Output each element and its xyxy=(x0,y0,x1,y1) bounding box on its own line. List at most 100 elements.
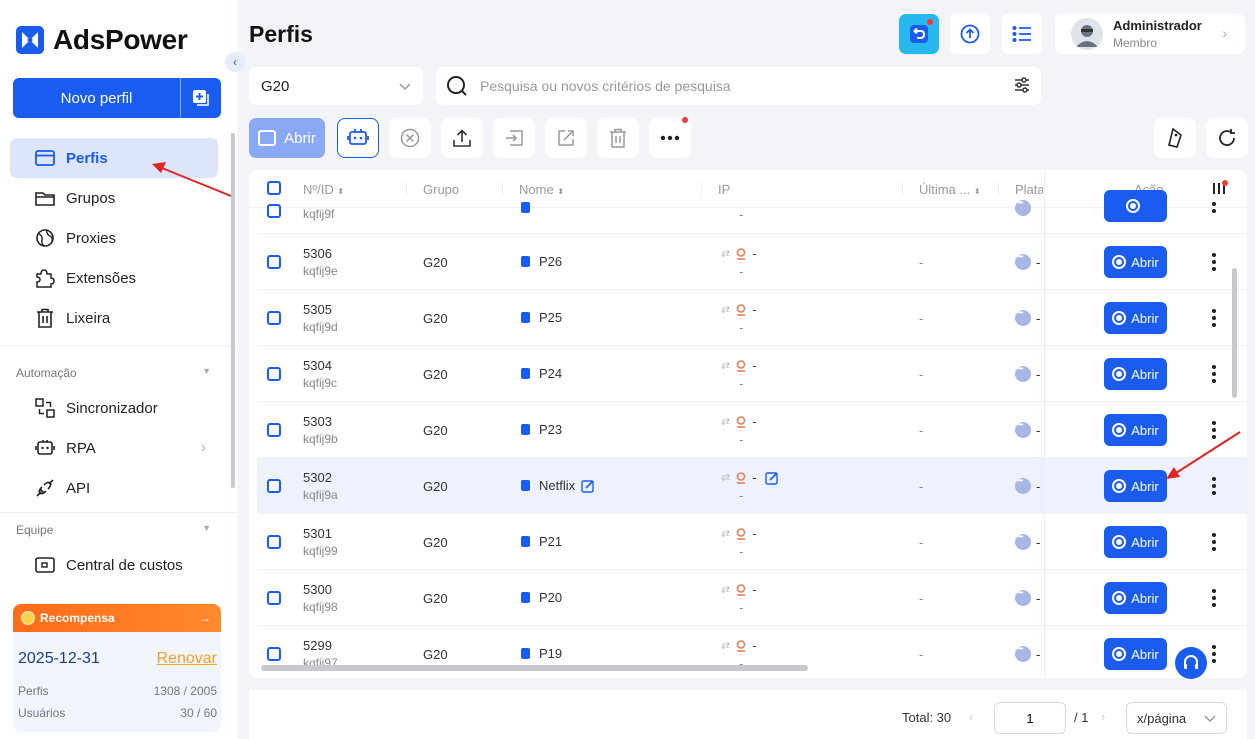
row-menu-icon[interactable] xyxy=(1207,200,1221,214)
table-row[interactable]: 5303 kqfij9b G20 P23 ⇄ - - - - Abrir xyxy=(257,402,1247,458)
export-button[interactable] xyxy=(441,118,483,158)
column-name[interactable]: Nome ⬍ xyxy=(519,182,564,197)
prev-page-icon[interactable]: ‹ xyxy=(969,709,973,724)
open-profile-button[interactable]: Abrir xyxy=(1104,526,1167,558)
support-chat-button[interactable] xyxy=(1175,647,1207,679)
add-profile-batch-icon[interactable] xyxy=(181,89,221,107)
profile-name[interactable]: P25 xyxy=(521,310,562,325)
sidebar-item-lixeira[interactable]: Lixeira xyxy=(10,298,218,338)
open-profile-button[interactable]: Abrir xyxy=(1104,358,1167,390)
last-open: - xyxy=(919,255,924,270)
row-menu-icon[interactable] xyxy=(1207,643,1221,664)
table-row[interactable]: 5302 kqfij9a G20 Netflix ⇄ - - - - Abrir xyxy=(257,458,1247,514)
row-menu-icon[interactable] xyxy=(1207,531,1221,552)
sidebar-item-rpa[interactable]: RPA › xyxy=(10,428,218,468)
page-title: Perfis xyxy=(249,21,313,47)
next-page-icon[interactable]: › xyxy=(1101,709,1105,724)
vertical-scrollbar[interactable] xyxy=(1232,268,1237,398)
upload-sync-button[interactable] xyxy=(950,14,990,54)
platform-icon xyxy=(1015,532,1031,550)
table-row[interactable]: 5306 kqfij9e G20 P26 ⇄ - - - - Abrir xyxy=(257,234,1247,290)
open-profile-button[interactable]: Abrir xyxy=(1104,470,1167,502)
row-menu-icon[interactable] xyxy=(1207,475,1221,496)
sidebar-scrollbar[interactable] xyxy=(231,133,235,488)
row-checkbox[interactable] xyxy=(267,367,281,381)
row-checkbox[interactable] xyxy=(267,255,281,269)
profile-name[interactable]: P21 xyxy=(521,534,562,549)
profile-name[interactable]: P20 xyxy=(521,590,562,605)
table-row[interactable]: 5301 kqfij99 G20 P21 ⇄ - - - - Abrir xyxy=(257,514,1247,570)
group-select[interactable]: G20 xyxy=(249,67,423,105)
search-bar[interactable] xyxy=(436,67,1041,105)
section-team[interactable]: Equipe ▼ xyxy=(16,523,211,537)
open-profile-button[interactable]: Abrir xyxy=(1104,414,1167,446)
collapse-sidebar-button[interactable]: ‹ xyxy=(225,52,245,72)
delete-button[interactable] xyxy=(597,118,639,158)
platform-cell: - xyxy=(1015,420,1040,438)
row-checkbox[interactable] xyxy=(267,535,281,549)
profile-name[interactable]: Netflix xyxy=(521,478,595,493)
user-role: Membro xyxy=(1113,36,1158,50)
sidebar-item-proxies[interactable]: Proxies xyxy=(10,218,218,258)
user-menu[interactable]: Administrador Membro › xyxy=(1055,14,1245,54)
filter-settings-icon[interactable] xyxy=(1013,76,1031,97)
reward-banner[interactable]: Recompensa → xyxy=(13,604,221,632)
sync-app-button[interactable] xyxy=(899,14,939,54)
sidebar-item-sincronizador[interactable]: Sincronizador xyxy=(10,388,218,428)
sidebar-item-perfis[interactable]: Perfis xyxy=(10,138,218,178)
row-checkbox[interactable] xyxy=(267,204,281,218)
renew-link[interactable]: Renovar xyxy=(157,650,217,668)
open-profile-button[interactable] xyxy=(1104,190,1167,222)
close-browser-button[interactable] xyxy=(389,118,431,158)
profile-name[interactable]: P24 xyxy=(521,366,562,381)
sidebar-item-extensoes[interactable]: Extensões xyxy=(10,258,218,298)
more-actions-button[interactable] xyxy=(649,117,691,158)
share-button[interactable] xyxy=(545,118,587,158)
table-row[interactable]: 5305 kqfij9d G20 P25 ⇄ - - - - Abrir xyxy=(257,290,1247,346)
row-menu-icon[interactable] xyxy=(1207,363,1221,384)
row-menu-icon[interactable] xyxy=(1207,419,1221,440)
open-profile-button[interactable]: Abrir xyxy=(1104,246,1167,278)
profile-name[interactable]: P26 xyxy=(521,254,562,269)
task-list-button[interactable] xyxy=(1002,14,1042,54)
open-profile-button[interactable]: Abrir xyxy=(1104,638,1167,670)
row-checkbox[interactable] xyxy=(267,423,281,437)
per-page-select[interactable]: x/página xyxy=(1126,702,1227,734)
row-checkbox[interactable] xyxy=(267,591,281,605)
row-checkbox[interactable] xyxy=(267,311,281,325)
new-profile-button[interactable]: Novo perfil xyxy=(13,78,221,118)
chevron-right-icon: › xyxy=(1222,25,1227,41)
rpa-button[interactable] xyxy=(337,118,379,158)
app-logo[interactable]: AdsPower xyxy=(16,24,188,56)
profile-name[interactable]: P19 xyxy=(521,646,562,661)
open-selected-button[interactable]: Abrir xyxy=(249,118,325,158)
sidebar-item-central-de-custos[interactable]: Central de custos xyxy=(10,545,218,585)
row-checkbox[interactable] xyxy=(267,479,281,493)
search-input[interactable] xyxy=(480,78,980,94)
row-checkbox[interactable] xyxy=(267,647,281,661)
table-row[interactable]: 5300 kqfij98 G20 P20 ⇄ - - - - Abrir xyxy=(257,570,1247,626)
edit-icon[interactable] xyxy=(764,471,779,485)
section-automation[interactable]: Automação ▼ xyxy=(16,366,211,380)
ip-secondary: - xyxy=(739,432,744,447)
column-last-open[interactable]: Última ... ⬍ xyxy=(919,182,981,197)
row-menu-icon[interactable] xyxy=(1207,251,1221,272)
refresh-button[interactable] xyxy=(1206,118,1248,158)
table-row[interactable]: kqfij9f - xyxy=(257,190,1247,234)
table-row[interactable]: 5304 kqfij9c G20 P24 ⇄ - - - - Abrir xyxy=(257,346,1247,402)
row-menu-icon[interactable] xyxy=(1207,307,1221,328)
move-to-group-button[interactable] xyxy=(493,118,535,158)
sidebar-item-api[interactable]: API xyxy=(10,468,218,508)
column-id[interactable]: Nº/ID ⬍ xyxy=(303,182,344,197)
tag-button[interactable] xyxy=(1154,118,1196,158)
horizontal-scrollbar[interactable] xyxy=(261,665,808,671)
select-all-checkbox[interactable] xyxy=(267,181,281,195)
edit-icon[interactable] xyxy=(581,479,595,493)
sidebar-item-grupos[interactable]: Grupos xyxy=(10,178,218,218)
profile-name[interactable]: P23 xyxy=(521,422,562,437)
sidebar-item-label: API xyxy=(66,479,91,497)
open-profile-button[interactable]: Abrir xyxy=(1104,582,1167,614)
open-profile-button[interactable]: Abrir xyxy=(1104,302,1167,334)
page-number-input[interactable] xyxy=(994,702,1066,734)
row-menu-icon[interactable] xyxy=(1207,587,1221,608)
